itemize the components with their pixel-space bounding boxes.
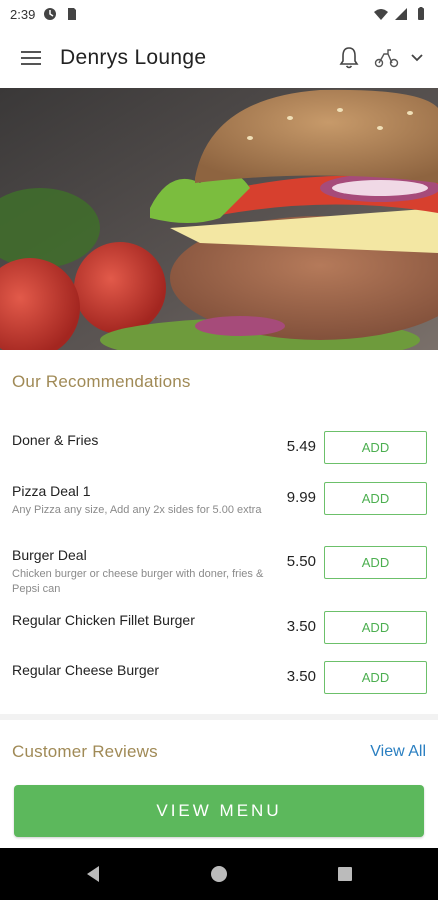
data-saver-icon <box>44 8 57 20</box>
add-button[interactable]: ADD <box>324 546 427 579</box>
menu-item-name: Burger Deal <box>12 547 87 563</box>
menu-item-price: 9.99 <box>286 489 316 506</box>
signal-icon <box>395 8 407 20</box>
view-all-reviews-link[interactable]: View All <box>370 743 426 761</box>
status-bar: 2:39 <box>0 0 438 28</box>
menu-item-price: 5.49 <box>286 438 316 455</box>
status-time: 2:39 <box>10 6 36 22</box>
menu-item-name: Regular Cheese Burger <box>12 662 160 678</box>
back-icon <box>87 866 99 882</box>
recents-button[interactable] <box>330 859 360 889</box>
hamburger-menu-button[interactable] <box>14 41 48 75</box>
sim-icon <box>68 8 77 20</box>
menu-item-name: Pizza Deal 1 <box>12 483 91 499</box>
wifi-icon <box>374 9 388 20</box>
home-button[interactable] <box>204 859 234 889</box>
reviews-title: Customer Reviews <box>12 742 158 761</box>
recents-icon <box>338 867 352 881</box>
add-button[interactable]: ADD <box>324 661 427 694</box>
menu-item-price: 3.50 <box>286 618 316 635</box>
add-button[interactable]: ADD <box>324 482 427 515</box>
system-nav-bar <box>0 848 438 900</box>
hero-image <box>0 88 438 350</box>
scooter-icon <box>374 49 399 68</box>
app-bar: Denrys Lounge <box>0 28 438 88</box>
menu-item-price: 3.50 <box>286 668 316 685</box>
battery-icon <box>418 7 424 20</box>
bell-icon <box>339 47 359 69</box>
back-button[interactable] <box>78 859 108 889</box>
view-menu-button[interactable]: VIEW MENU <box>14 785 424 837</box>
chevron-down-icon <box>411 54 423 62</box>
menu-item-price: 5.50 <box>286 553 316 570</box>
notifications-button[interactable] <box>338 46 360 70</box>
menu-item-name: Doner & Fries <box>12 432 99 448</box>
delivery-mode-selector[interactable] <box>374 48 424 68</box>
menu-item-description: Chicken burger or cheese burger with don… <box>12 568 264 595</box>
burger-photo <box>0 88 438 350</box>
menu-item-description: Any Pizza any size, Add any 2x sides for… <box>12 504 262 516</box>
menu-item-name: Regular Chicken Fillet Burger <box>12 612 195 628</box>
add-button[interactable]: ADD <box>324 611 427 644</box>
recommendations-title: Our Recommendations <box>12 372 191 391</box>
hamburger-menu-icon <box>21 51 41 65</box>
add-button[interactable]: ADD <box>324 431 427 464</box>
section-divider <box>0 714 438 720</box>
home-icon <box>211 866 227 882</box>
app-title: Denrys Lounge <box>60 46 207 69</box>
